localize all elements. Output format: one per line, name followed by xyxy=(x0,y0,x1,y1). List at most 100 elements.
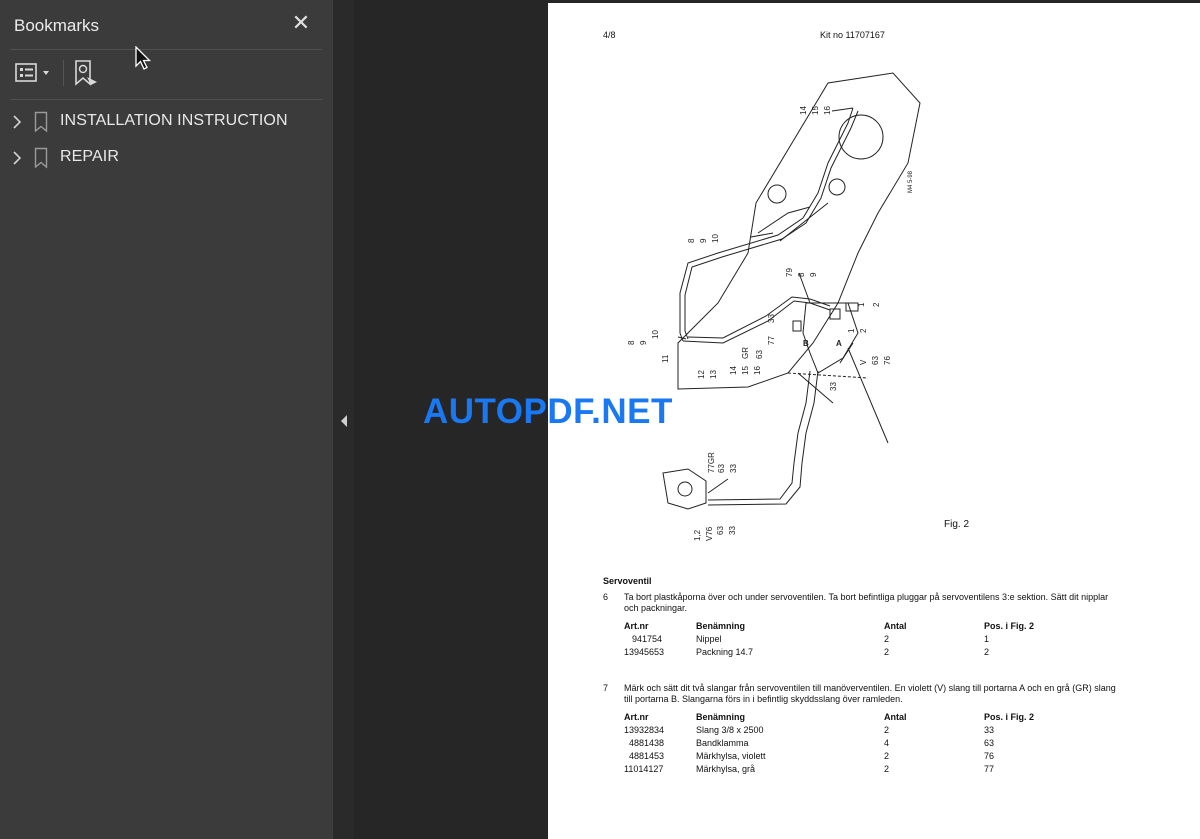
watermark-text: AUTOPDF.NET xyxy=(423,392,673,431)
bookmarks-panel: Bookmarks ✕ INSTALLATION INSTRUCTION REP… xyxy=(0,0,332,839)
bookmark-item-repair[interactable]: REPAIR xyxy=(0,143,332,173)
bookmark-item-installation-instruction[interactable]: INSTALLATION INSTRUCTION xyxy=(0,107,332,137)
table-cell: 77 xyxy=(984,763,995,774)
figure-label: 15 xyxy=(811,106,820,115)
table-cell: Bandklamma xyxy=(696,737,749,748)
table-row: 13945653 Packning 14.7 2 2 xyxy=(624,646,1064,659)
column-header: Antal xyxy=(884,621,907,632)
find-bookmark-icon xyxy=(75,60,97,86)
table-cell: 2 xyxy=(884,646,890,657)
figure-label: 33 xyxy=(729,464,738,473)
table-row: 4881438 Bandklamma 4 63 xyxy=(624,737,1064,750)
figure-label: 14 xyxy=(799,106,808,115)
figure-label: 11 xyxy=(661,354,670,363)
table-cell: Märkhylsa, violett xyxy=(696,750,766,761)
figure-label: 77 xyxy=(767,336,776,345)
find-bookmark-button[interactable] xyxy=(72,58,102,88)
figure-code: M4 5-98 xyxy=(908,170,914,193)
figure-label: 63 xyxy=(716,526,725,535)
figure-label: 13 xyxy=(709,370,718,379)
figure-label: 14 xyxy=(729,366,738,375)
table-row: 11014127 Märkhylsa, grå 2 77 xyxy=(624,762,1064,775)
step-number: 6 xyxy=(603,592,609,602)
figure-label: 63 xyxy=(717,464,726,473)
figure-label: 63 xyxy=(871,356,880,365)
bookmark-icon xyxy=(34,111,48,133)
table-cell: Nippel xyxy=(696,634,722,645)
table-cell: 4 xyxy=(884,737,890,748)
panel-splitter[interactable] xyxy=(332,0,355,839)
figure-label: A xyxy=(836,339,842,348)
column-header: Pos. i Fig. 2 xyxy=(984,712,1035,723)
figure-label: B xyxy=(803,339,809,348)
table-cell: 2 xyxy=(984,646,990,657)
table-cell: 13945653 xyxy=(624,646,665,657)
divider xyxy=(10,99,322,100)
collapse-panel-arrow-icon[interactable] xyxy=(339,414,349,428)
figure-label: 8 xyxy=(627,340,636,345)
divider xyxy=(10,49,322,50)
figure-label: 33 xyxy=(829,382,838,391)
figure-label: 16 xyxy=(753,366,762,375)
figure-label: 9 xyxy=(809,272,818,277)
column-header: Antal xyxy=(884,712,907,723)
figure-label: 77GR xyxy=(707,452,716,473)
figure-label: 33 xyxy=(728,526,737,535)
parts-table: Art.nr Benämning Antal Pos. i Fig. 2 941… xyxy=(624,620,1064,658)
figure-label: 12 xyxy=(697,370,706,379)
column-header: Pos. i Fig. 2 xyxy=(984,621,1035,632)
table-cell: 2 xyxy=(884,634,890,645)
figure-label: 16 xyxy=(823,106,832,115)
table-cell: 2 xyxy=(884,750,890,761)
step-text: Märk och sätt dit två slangar från servo… xyxy=(624,683,1116,705)
table-cell: 76 xyxy=(984,750,995,761)
step-number: 7 xyxy=(603,683,609,693)
bookmark-options-button[interactable] xyxy=(14,58,54,88)
figure-label: V xyxy=(859,359,868,365)
figure-label: 1 xyxy=(857,302,866,307)
figure-label: 9 xyxy=(699,238,708,243)
section-title: Servoventil xyxy=(603,576,652,586)
panel-title: Bookmarks xyxy=(14,16,100,35)
figure-label: 10 xyxy=(651,330,660,339)
table-cell: 4881453 xyxy=(629,750,665,761)
table-header-row: Art.nr Benämning Antal Pos. i Fig. 2 xyxy=(624,711,1064,724)
figure-caption: Fig. 2 xyxy=(944,519,970,530)
parts-table: Art.nr Benämning Antal Pos. i Fig. 2 139… xyxy=(624,711,1064,775)
figure-label: 10 xyxy=(711,234,720,243)
figure-label: 79 xyxy=(785,268,794,277)
table-cell: 2 xyxy=(884,763,890,774)
table-cell: 2 xyxy=(884,725,890,736)
table-cell: Märkhylsa, grå xyxy=(696,763,756,774)
table-cell: Packning 14.7 xyxy=(696,646,754,657)
technical-drawing: 14 15 16 8 9 10 79 8 9 2 1 33 77 63 GR B… xyxy=(627,72,921,541)
figure-label: 15 xyxy=(741,366,750,375)
table-row: 13932834 Slang 3/8 x 2500 2 33 xyxy=(624,724,1064,737)
list-options-icon xyxy=(15,63,49,82)
table-cell: 1 xyxy=(984,634,990,645)
column-header: Art.nr xyxy=(624,712,649,723)
figure-label: 76 xyxy=(883,356,892,365)
figure-label: 9 xyxy=(639,340,648,345)
toolbar-divider xyxy=(63,60,64,86)
column-header: Art.nr xyxy=(624,621,649,632)
table-cell: 941754 xyxy=(632,634,663,645)
chevron-right-icon[interactable] xyxy=(10,113,24,131)
table-header-row: Art.nr Benämning Antal Pos. i Fig. 2 xyxy=(624,620,1064,633)
table-row: 4881453 Märkhylsa, violett 2 76 xyxy=(624,749,1064,762)
chevron-right-icon[interactable] xyxy=(10,149,24,167)
figure-label: 2 xyxy=(872,302,881,307)
table-cell: 11014127 xyxy=(624,763,664,774)
table-row: 941754 Nippel 2 1 xyxy=(624,633,1064,646)
figure-label: V76 xyxy=(705,526,714,541)
table-cell: Slang 3/8 x 2500 xyxy=(696,725,764,736)
bookmark-label: INSTALLATION INSTRUCTION xyxy=(60,112,288,129)
mouse-cursor-icon xyxy=(135,46,152,70)
close-icon[interactable]: ✕ xyxy=(290,12,312,34)
column-header: Benämning xyxy=(696,621,746,632)
figure-label: GR xyxy=(741,347,750,359)
column-header: Benämning xyxy=(696,712,746,723)
table-cell: 63 xyxy=(984,737,995,748)
figure-label: 33 xyxy=(767,314,776,323)
figure-label: 2 xyxy=(859,328,868,333)
